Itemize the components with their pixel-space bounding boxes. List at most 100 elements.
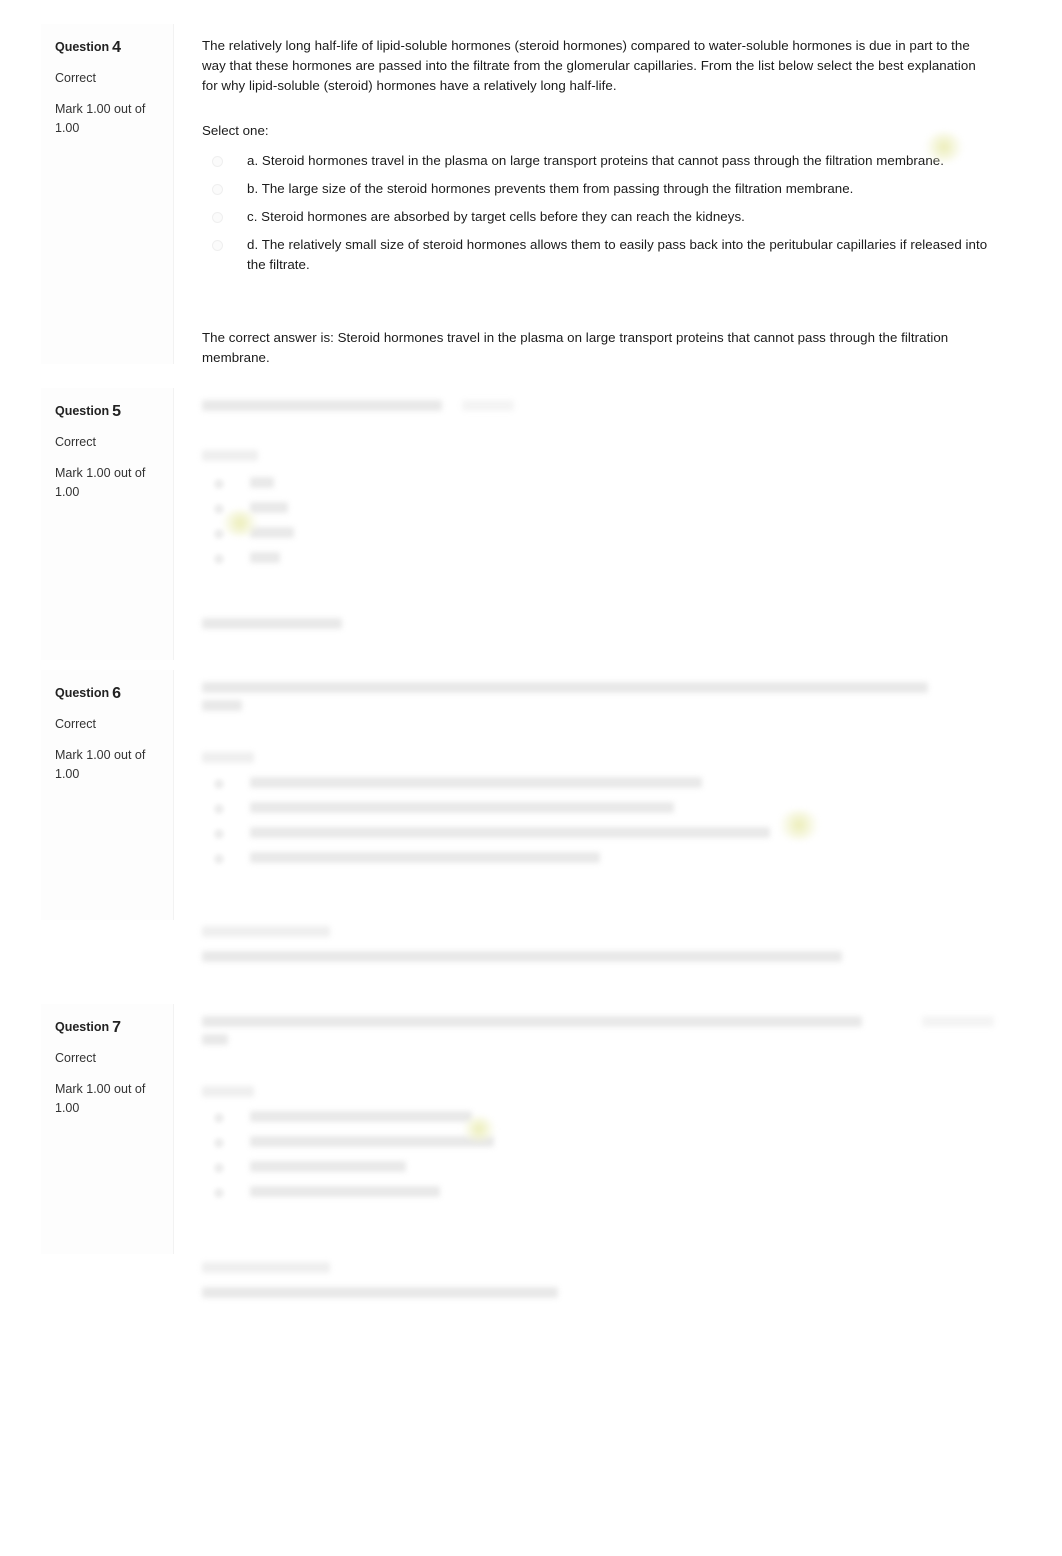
redacted-option-label-5-d xyxy=(250,552,280,563)
redacted-option-6-c[interactable] xyxy=(202,827,990,839)
quiz-review-page: Question 4 Correct Mark 1.00 out of 1.00 … xyxy=(0,0,1062,1556)
answer-option-d-4[interactable]: d. The relatively small size of steroid … xyxy=(202,231,990,279)
redacted-spacer-7 xyxy=(202,1052,994,1070)
question-grade-4: Mark 1.00 out of 1.00 xyxy=(55,102,146,136)
redacted-option-5-c[interactable] xyxy=(202,527,990,539)
question-number-4: 4 xyxy=(112,39,122,56)
redacted-option-6-a[interactable] xyxy=(202,777,990,789)
question-grade-7: Mark 1.00 out of 1.00 xyxy=(55,1082,146,1116)
feedback-gutter-5 xyxy=(41,600,174,660)
redacted-stem-line-7-1b xyxy=(922,1016,994,1027)
redacted-prompt-5 xyxy=(202,450,258,461)
redacted-option-7-c[interactable] xyxy=(202,1161,994,1173)
redacted-radio-icon-6-a[interactable] xyxy=(214,779,224,789)
redacted-option-label-6-c xyxy=(250,827,770,838)
feedback-content-7 xyxy=(174,1248,1020,1318)
redacted-radio-icon-5-d[interactable] xyxy=(214,554,224,564)
redacted-radio-icon-5-a[interactable] xyxy=(214,479,224,489)
question-content-4: The relatively long half-life of lipid-s… xyxy=(174,24,1020,365)
feedback-content-6 xyxy=(174,912,1020,982)
redacted-option-5-a[interactable] xyxy=(202,477,990,489)
question-number-6: 6 xyxy=(112,685,122,702)
question-number-5: 5 xyxy=(112,403,122,420)
question-state-7: Correct xyxy=(55,1051,96,1065)
question-block-7: Question 7 Correct Mark 1.00 out of 1.00 xyxy=(41,1004,1024,1254)
redacted-feedback-5 xyxy=(202,618,342,629)
answer-option-b-4[interactable]: b. The large size of the steroid hormone… xyxy=(202,175,990,203)
redacted-radio-icon-7-b[interactable] xyxy=(214,1138,224,1148)
radio-icon-a-4[interactable] xyxy=(212,155,223,167)
redacted-radio-icon-6-b[interactable] xyxy=(214,804,224,814)
question-block-4: Question 4 Correct Mark 1.00 out of 1.00 … xyxy=(41,24,1020,365)
radio-icon-b-4[interactable] xyxy=(212,183,223,195)
redacted-prompt-6 xyxy=(202,752,254,763)
question-grade-5: Mark 1.00 out of 1.00 xyxy=(55,466,146,500)
question-stem-4: The relatively long half-life of lipid-s… xyxy=(202,38,976,94)
redacted-option-label-6-a xyxy=(250,777,702,788)
radio-icon-d-4[interactable] xyxy=(212,240,223,252)
redacted-option-7-a[interactable] xyxy=(202,1111,994,1123)
question-heading-6: Question 6 xyxy=(55,684,161,704)
question-grade-6: Mark 1.00 out of 1.00 xyxy=(55,748,146,782)
question-label-6: Question xyxy=(55,686,110,700)
redacted-stem-line-7-1 xyxy=(202,1016,862,1027)
question-label-5: Question xyxy=(55,404,110,418)
question-state-4: Correct xyxy=(55,71,96,85)
redacted-radio-icon-6-d[interactable] xyxy=(214,854,224,864)
redacted-prompt-7 xyxy=(202,1086,254,1097)
redacted-option-6-b[interactable] xyxy=(202,802,990,814)
redacted-option-label-6-d xyxy=(250,852,600,863)
redacted-radio-icon-5-c[interactable] xyxy=(214,529,224,539)
question-info-panel-7: Question 7 Correct Mark 1.00 out of 1.00 xyxy=(41,1004,174,1254)
question-block-6: Question 6 Correct Mark 1.00 out of 1.00 xyxy=(41,670,1020,920)
feedback-block-7 xyxy=(41,1248,1020,1318)
redacted-radio-icon-7-a[interactable] xyxy=(214,1113,224,1123)
answer-option-c-4[interactable]: c. Steroid hormones are absorbed by targ… xyxy=(202,203,990,231)
redacted-option-label-5-b xyxy=(250,502,288,513)
answer-label-c-4: c. Steroid hormones are absorbed by targ… xyxy=(247,208,745,224)
redacted-stem-line-6-2 xyxy=(202,700,242,711)
redacted-option-label-7-d xyxy=(250,1186,440,1197)
redacted-stem-line-5-1 xyxy=(202,400,442,411)
redacted-option-7-d[interactable] xyxy=(202,1186,994,1198)
redacted-feedback-6 xyxy=(202,951,842,962)
question-heading-7: Question 7 xyxy=(55,1018,161,1038)
question-content-6 xyxy=(174,670,1020,920)
feedback-gutter-6 xyxy=(41,912,174,982)
redacted-option-7-b[interactable] xyxy=(202,1136,994,1148)
answer-list-4: a. Steroid hormones travel in the plasma… xyxy=(202,147,990,280)
answer-label-b-4: b. The large size of the steroid hormone… xyxy=(247,180,854,196)
redacted-option-5-d[interactable] xyxy=(202,552,990,564)
redacted-option-label-6-b xyxy=(250,802,674,813)
question-number-7: 7 xyxy=(112,1019,122,1036)
answer-option-a-4[interactable]: a. Steroid hormones travel in the plasma… xyxy=(202,147,990,175)
question-heading-4: Question 4 xyxy=(55,38,161,58)
redacted-stem-line-5-2 xyxy=(462,400,514,411)
feedback-content-5 xyxy=(174,600,1020,660)
redacted-stem-line-6-1 xyxy=(202,682,928,693)
answer-label-a-4: a. Steroid hormones travel in the plasma… xyxy=(247,152,944,168)
redacted-feedback-title-7 xyxy=(202,1262,330,1273)
question-info-panel-4: Question 4 Correct Mark 1.00 out of 1.00 xyxy=(41,24,174,364)
redacted-stem-line-7-2 xyxy=(202,1034,228,1045)
radio-icon-c-4[interactable] xyxy=(212,211,223,223)
redacted-option-label-7-b xyxy=(250,1136,494,1147)
question-heading-5: Question 5 xyxy=(55,402,161,422)
redacted-radio-icon-7-c[interactable] xyxy=(214,1163,224,1173)
redacted-radio-icon-5-b[interactable] xyxy=(214,504,224,514)
redacted-option-label-5-c xyxy=(250,527,294,538)
redacted-option-label-7-a xyxy=(250,1111,472,1122)
correct-answer-text-4: The correct answer is: Steroid hormones … xyxy=(202,329,949,365)
feedback-area-4: The correct answer is: Steroid hormones … xyxy=(202,324,990,368)
redacted-feedback-title-6 xyxy=(202,926,330,937)
select-one-prompt-4: Select one: xyxy=(202,122,269,138)
feedback-block-6 xyxy=(41,912,1020,982)
redacted-radio-icon-7-d[interactable] xyxy=(214,1188,224,1198)
question-label-7: Question xyxy=(55,1020,110,1034)
redacted-option-6-d[interactable] xyxy=(202,852,990,864)
redacted-option-label-5-a xyxy=(250,477,274,488)
redacted-radio-icon-6-c[interactable] xyxy=(214,829,224,839)
question-state-5: Correct xyxy=(55,435,96,449)
redacted-option-5-b[interactable] xyxy=(202,502,990,514)
feedback-gutter-7 xyxy=(41,1248,174,1318)
